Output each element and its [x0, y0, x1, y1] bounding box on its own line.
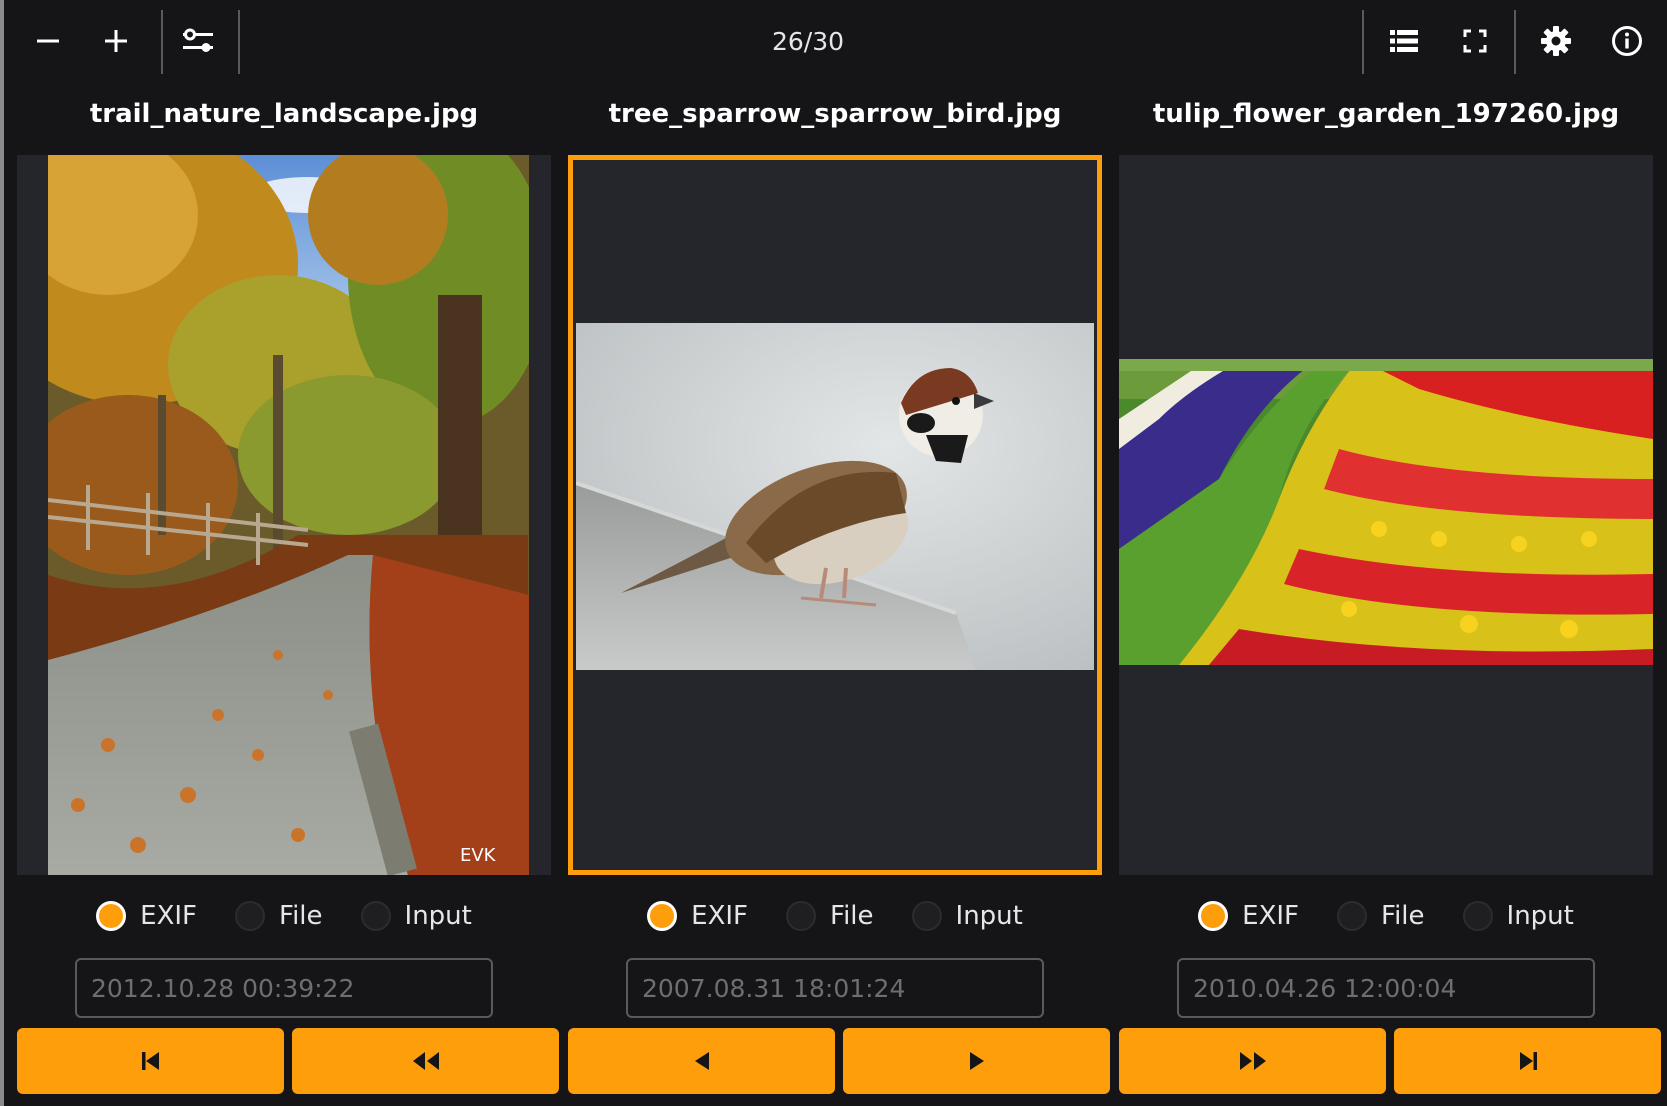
radio-exif[interactable]: EXIF: [96, 901, 197, 931]
next-icon: [969, 1052, 984, 1070]
radio-exif[interactable]: EXIF: [1198, 901, 1299, 931]
radio-indicator-selected: [647, 901, 678, 931]
radio-label: Input: [404, 901, 472, 931]
toolbar: 26/30: [8, 0, 1667, 82]
list-view-button[interactable]: [1368, 0, 1440, 82]
previous-icon: [694, 1052, 709, 1070]
radio-label: EXIF: [691, 901, 749, 931]
toolbar-divider: [1362, 10, 1364, 74]
radio-label: File: [279, 901, 323, 931]
fast-forward-button[interactable]: [1119, 1028, 1386, 1094]
radio-input[interactable]: Input: [360, 901, 472, 931]
date-source-group: EXIF File Input: [568, 890, 1102, 942]
filename-label: tulip_flower_garden_197260.jpg: [1152, 99, 1620, 129]
toolbar-divider: [238, 10, 240, 74]
skip-to-first-icon: [141, 1052, 159, 1070]
app-window: 26/30 trail_nature_landscape.jpg tree_sp…: [0, 0, 1667, 1106]
date-field[interactable]: 2010.04.26 12:00:04: [1177, 958, 1595, 1018]
radio-file[interactable]: File: [1337, 901, 1425, 931]
date-source-group: EXIF File Input: [1119, 890, 1653, 942]
radio-label: File: [1381, 901, 1425, 931]
zoom-in-icon: [105, 30, 127, 52]
image-panel-selected[interactable]: [568, 155, 1102, 875]
radio-file[interactable]: File: [235, 901, 323, 931]
list-view-icon: [1390, 30, 1418, 52]
radio-indicator: [1337, 901, 1368, 931]
zoom-in-button[interactable]: [80, 0, 152, 82]
fast-back-icon: [412, 1052, 439, 1070]
radio-indicator: [360, 901, 391, 931]
toolbar-divider: [1514, 10, 1516, 74]
trail-photo: EVK: [48, 155, 529, 875]
fast-forward-icon: [1239, 1052, 1266, 1070]
date-source-group: EXIF File Input: [17, 890, 551, 942]
first-image-button[interactable]: [17, 1028, 284, 1094]
radio-indicator-selected: [1198, 901, 1229, 931]
radio-input[interactable]: Input: [1462, 901, 1574, 931]
info-button[interactable]: [1591, 0, 1663, 82]
adjust-button[interactable]: [162, 0, 234, 82]
image-panel[interactable]: EVK: [17, 155, 551, 875]
fast-back-button[interactable]: [292, 1028, 559, 1094]
next-button[interactable]: [843, 1028, 1110, 1094]
radio-indicator: [786, 901, 817, 931]
zoom-out-icon: [37, 39, 59, 43]
radio-file[interactable]: File: [786, 901, 874, 931]
tulip-photo: [1119, 359, 1653, 665]
radio-label: EXIF: [140, 901, 198, 931]
skip-to-last-icon: [1519, 1052, 1537, 1070]
radio-indicator: [911, 901, 942, 931]
image-panel[interactable]: [1119, 155, 1653, 875]
radio-label: Input: [955, 901, 1023, 931]
last-image-button[interactable]: [1394, 1028, 1661, 1094]
sparrow-photo: [576, 323, 1094, 670]
radio-indicator: [1462, 901, 1493, 931]
fullscreen-icon: [1463, 29, 1487, 53]
filename-label: trail_nature_landscape.jpg: [89, 99, 479, 129]
fullscreen-button[interactable]: [1439, 0, 1511, 82]
radio-label: Input: [1506, 901, 1574, 931]
filename-label: tree_sparrow_sparrow_bird.jpg: [608, 99, 1062, 129]
watermark-text: EVK: [460, 845, 497, 866]
date-field[interactable]: 2012.10.28 00:39:22: [75, 958, 493, 1018]
radio-input[interactable]: Input: [911, 901, 1023, 931]
radio-exif[interactable]: EXIF: [647, 901, 748, 931]
radio-label: File: [830, 901, 874, 931]
radio-indicator-selected: [96, 901, 127, 931]
radio-label: EXIF: [1242, 901, 1300, 931]
date-field[interactable]: 2007.08.31 18:01:24: [626, 958, 1044, 1018]
image-counter: 26/30: [771, 26, 845, 56]
zoom-out-button[interactable]: [12, 0, 84, 82]
settings-button[interactable]: [1520, 0, 1592, 82]
settings-gear-icon: [1541, 26, 1571, 56]
adjust-sliders-icon: [183, 28, 213, 52]
radio-indicator: [235, 901, 266, 931]
previous-button[interactable]: [568, 1028, 835, 1094]
info-icon: [1612, 26, 1642, 56]
